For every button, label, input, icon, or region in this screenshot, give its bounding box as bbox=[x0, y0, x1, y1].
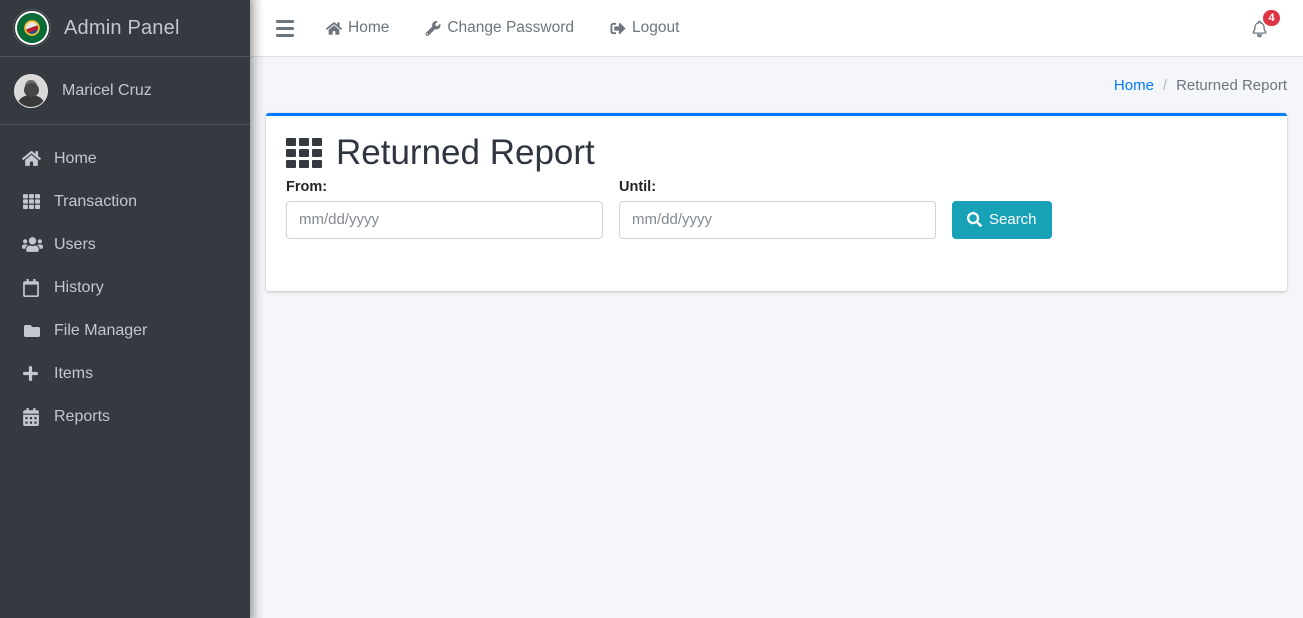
navbar-right: 4 bbox=[1242, 10, 1287, 44]
search-button-label: Search bbox=[989, 211, 1037, 228]
wrench-icon bbox=[425, 20, 441, 36]
calendar-grid-icon bbox=[22, 407, 48, 426]
search-icon bbox=[967, 212, 982, 227]
sidebar-item-transaction[interactable]: Transaction bbox=[0, 180, 250, 223]
breadcrumb-current: Returned Report bbox=[1176, 76, 1287, 94]
until-field-group: Until: bbox=[619, 179, 936, 239]
folder-icon bbox=[22, 323, 48, 339]
sidebar-item-history[interactable]: History bbox=[0, 266, 250, 309]
home-icon bbox=[22, 150, 48, 167]
sidebar-item-reports[interactable]: Reports bbox=[0, 395, 250, 438]
navbar-link-label: Logout bbox=[632, 19, 680, 36]
navbar-link-change-password[interactable]: Change Password bbox=[413, 11, 586, 45]
sidebar-item-file-manager[interactable]: File Manager bbox=[0, 309, 250, 352]
from-label: From: bbox=[286, 178, 328, 195]
sidebar-item-label: Users bbox=[54, 235, 96, 253]
sidebar-item-label: File Manager bbox=[54, 321, 148, 339]
navbar-link-logout[interactable]: Logout bbox=[598, 11, 691, 45]
admin-panel-page: Admin Panel Maricel Cruz Home Transactio… bbox=[0, 0, 1303, 618]
page-title: Returned Report bbox=[286, 133, 1267, 173]
sidebar: Admin Panel Maricel Cruz Home Transactio… bbox=[0, 0, 250, 618]
sidebar-item-users[interactable]: Users bbox=[0, 223, 250, 266]
breadcrumb: Home / Returned Report bbox=[1114, 77, 1287, 94]
user-name: Maricel Cruz bbox=[62, 81, 152, 99]
plus-icon bbox=[22, 365, 48, 382]
sign-out-icon bbox=[610, 21, 626, 36]
until-date-input[interactable] bbox=[619, 200, 936, 239]
search-button[interactable]: Search bbox=[952, 200, 1052, 239]
sidebar-brand[interactable]: Admin Panel bbox=[0, 0, 250, 57]
page-title-text: Returned Report bbox=[336, 133, 595, 172]
until-label: Until: bbox=[619, 178, 657, 195]
navbar-link-home[interactable]: Home bbox=[314, 11, 401, 45]
sidebar-nav: Home Transaction Users History File Mana… bbox=[0, 125, 250, 438]
top-navbar: Home Change Password Logout 4 bbox=[250, 0, 1303, 57]
sidebar-item-label: Items bbox=[54, 364, 94, 382]
grid-icon bbox=[286, 138, 322, 169]
returned-report-card: Returned Report From: Until: Search bbox=[266, 113, 1287, 291]
grid-icon bbox=[22, 193, 48, 210]
brand-title: Admin Panel bbox=[64, 16, 180, 39]
sidebar-item-label: History bbox=[54, 278, 104, 296]
navbar-link-label: Home bbox=[348, 19, 390, 36]
users-icon bbox=[22, 236, 48, 253]
sidebar-item-home[interactable]: Home bbox=[0, 137, 250, 180]
sidebar-item-label: Transaction bbox=[54, 192, 137, 210]
notification-badge: 4 bbox=[1263, 10, 1280, 26]
calendar-icon bbox=[22, 278, 48, 297]
main-area: Home Change Password Logout 4 Home / Ret… bbox=[250, 0, 1303, 618]
navbar-link-label: Change Password bbox=[447, 19, 575, 36]
home-icon bbox=[326, 21, 342, 36]
breadcrumb-home-link[interactable]: Home bbox=[1114, 77, 1154, 94]
seal-logo-icon bbox=[14, 10, 50, 46]
hamburger-icon[interactable] bbox=[268, 11, 302, 45]
sidebar-item-label: Reports bbox=[54, 407, 111, 425]
sidebar-item-items[interactable]: Items bbox=[0, 352, 250, 395]
date-filter-form: From: Until: Search bbox=[286, 179, 1267, 239]
from-field-group: From: bbox=[286, 179, 603, 239]
avatar bbox=[14, 73, 48, 108]
from-date-input[interactable] bbox=[286, 200, 603, 239]
breadcrumb-separator: / bbox=[1162, 76, 1168, 94]
user-panel[interactable]: Maricel Cruz bbox=[0, 57, 250, 125]
sidebar-item-label: Home bbox=[54, 149, 97, 167]
content-header: Home / Returned Report bbox=[250, 57, 1303, 113]
notifications-button[interactable]: 4 bbox=[1242, 10, 1280, 44]
